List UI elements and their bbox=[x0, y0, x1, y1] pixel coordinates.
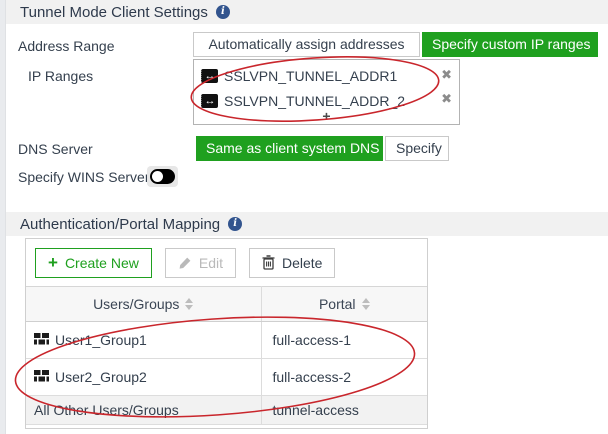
ip-range-icon: ↔ bbox=[201, 68, 218, 83]
section-title-portal-mapping: Authentication/Portal Mapping bbox=[20, 215, 221, 233]
ip-range-entry-name: SSLVPN_TUNNEL_ADDR1 bbox=[224, 67, 398, 84]
sslvpn-settings-page: Tunnel Mode Client Settings i Address Ra… bbox=[0, 0, 608, 434]
table-row[interactable]: All Other Users/Groups tunnel-access bbox=[26, 395, 427, 425]
tunnel-mode-section-header: Tunnel Mode Client Settings i bbox=[6, 0, 608, 24]
table-row[interactable]: User1_Group1 full-access-1 bbox=[26, 321, 427, 359]
edit-label: Edit bbox=[198, 254, 223, 271]
auto-assign-addresses-button[interactable]: Automatically assign addresses bbox=[193, 32, 420, 57]
portal-cell: full-access-2 bbox=[261, 358, 427, 396]
ip-range-entry-name: SSLVPN_TUNNEL_ADDR_2 bbox=[224, 92, 406, 109]
ip-ranges-label: IP Ranges bbox=[28, 68, 94, 84]
portal-mapping-section-header: Authentication/Portal Mapping i bbox=[6, 212, 608, 236]
create-new-button[interactable]: + Create New bbox=[35, 247, 152, 278]
edit-button[interactable]: Edit bbox=[164, 247, 236, 278]
specify-wins-servers-label: Specify WINS Servers bbox=[18, 169, 157, 185]
delete-label: Delete bbox=[281, 254, 323, 271]
dns-server-label: DNS Server bbox=[18, 141, 93, 157]
dns-same-as-client-button[interactable]: Same as client system DNS bbox=[196, 136, 383, 161]
dns-server-segmented-control: Same as client system DNS Specify bbox=[196, 136, 449, 161]
portal-mapping-panel: + Create New Edit Delete Users/Groups Po… bbox=[25, 238, 428, 429]
portal-cell: full-access-1 bbox=[261, 321, 427, 359]
section-title-tunnel-mode: Tunnel Mode Client Settings bbox=[20, 3, 208, 21]
address-range-label: Address Range bbox=[18, 38, 115, 54]
remove-entry-icon[interactable]: ✖ bbox=[441, 91, 452, 107]
toggle-pill bbox=[150, 169, 175, 184]
trash-icon bbox=[262, 255, 275, 270]
dns-specify-button[interactable]: Specify bbox=[385, 136, 449, 161]
address-range-segmented-control: Automatically assign addresses Specify c… bbox=[193, 32, 598, 57]
specify-custom-ip-ranges-button[interactable]: Specify custom IP ranges bbox=[422, 32, 598, 57]
column-header-portal[interactable]: Portal bbox=[261, 286, 427, 322]
toggle-knob bbox=[152, 171, 163, 182]
ip-range-entry[interactable]: ↔ SSLVPN_TUNNEL_ADDR1 ✖ bbox=[194, 63, 459, 88]
info-icon[interactable]: i bbox=[215, 5, 230, 19]
users-groups-cell: User2_Group2 bbox=[55, 369, 147, 385]
info-icon[interactable]: i bbox=[228, 217, 243, 231]
users-groups-cell: User1_Group1 bbox=[55, 332, 147, 348]
table-row[interactable]: User2_Group2 full-access-2 bbox=[26, 358, 427, 396]
add-entry-icon[interactable]: + bbox=[194, 109, 459, 123]
users-groups-header-label: Users/Groups bbox=[93, 296, 180, 312]
users-groups-cell: All Other Users/Groups bbox=[34, 402, 179, 418]
pencil-icon bbox=[178, 256, 192, 270]
create-new-label: Create New bbox=[64, 254, 139, 271]
portal-cell: tunnel-access bbox=[261, 395, 427, 425]
ip-range-icon: ↔ bbox=[201, 93, 218, 108]
portal-header-label: Portal bbox=[318, 296, 356, 312]
wins-servers-toggle[interactable] bbox=[147, 166, 178, 187]
user-group-icon bbox=[34, 369, 49, 385]
sort-icon bbox=[185, 298, 194, 310]
portal-mapping-table: Users/Groups Portal User1_Group1 full-ac… bbox=[26, 286, 427, 425]
portal-mapping-toolbar: + Create New Edit Delete bbox=[26, 239, 427, 286]
user-group-icon bbox=[34, 332, 49, 348]
ip-ranges-field[interactable]: ↔ SSLVPN_TUNNEL_ADDR1 ✖ ↔ SSLVPN_TUNNEL_… bbox=[193, 59, 460, 125]
delete-button[interactable]: Delete bbox=[248, 247, 336, 278]
column-header-users-groups[interactable]: Users/Groups bbox=[26, 286, 262, 322]
remove-entry-icon[interactable]: ✖ bbox=[441, 67, 452, 83]
sort-icon bbox=[361, 298, 370, 310]
plus-icon: + bbox=[48, 253, 58, 272]
